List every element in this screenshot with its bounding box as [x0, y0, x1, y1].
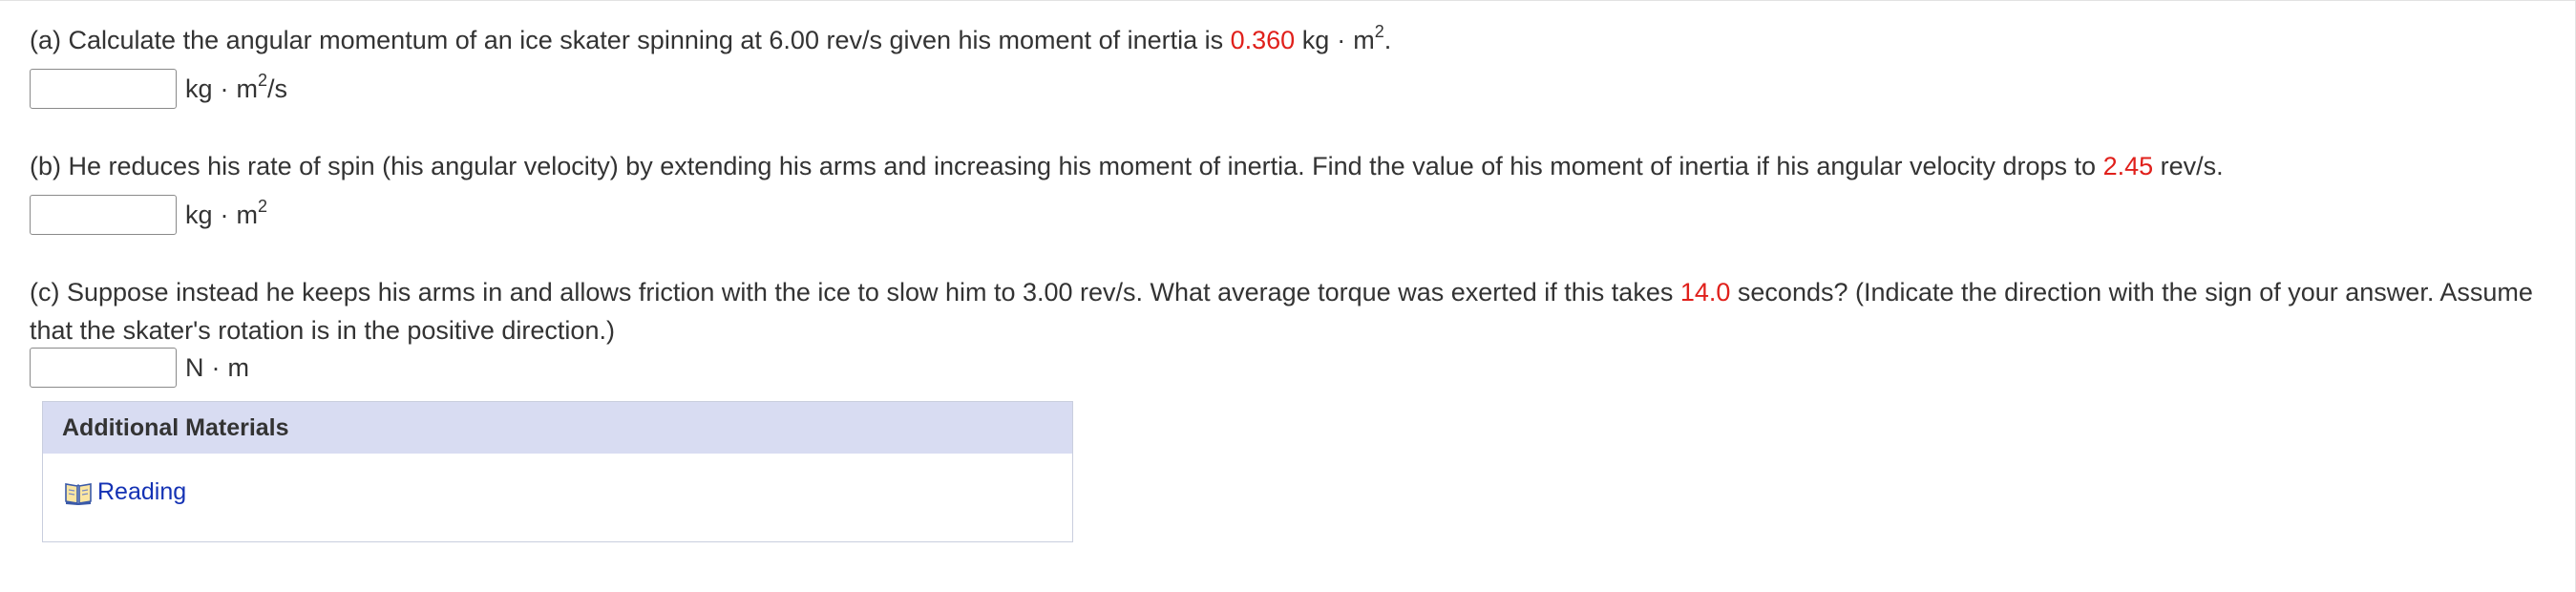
answer-row-c: N · m — [30, 346, 249, 390]
answer-unit-a-m: m — [236, 74, 259, 103]
part-b-given-value: 2.45 — [2102, 152, 2154, 180]
additional-materials-panel: Additional Materials Reading — [42, 401, 1073, 542]
answer-input-a[interactable] — [30, 69, 177, 109]
reading-link-label[interactable]: Reading — [97, 478, 186, 506]
additional-materials-title: Additional Materials — [43, 402, 1072, 454]
part-a-unit-dot: · — [1337, 26, 1346, 54]
answer-unit-a-tail: /s — [267, 74, 288, 103]
book-icon — [64, 480, 93, 505]
question-part-c: (c) Suppose instead he keeps his arms in… — [30, 273, 2550, 349]
part-b-text: (b) He reduces his rate of spin (his ang… — [30, 152, 2103, 180]
question-page: (a) Calculate the angular momentum of an… — [0, 0, 2576, 592]
part-a-given-value: 0.360 — [1230, 26, 1296, 54]
answer-row-a: kg · m2/s — [30, 67, 287, 111]
answer-row-b: kg · m2 — [30, 193, 267, 237]
answer-unit-c-n: N — [185, 352, 204, 382]
answer-unit-a: kg · m2/s — [185, 70, 288, 104]
answer-input-c[interactable] — [30, 348, 177, 388]
answer-unit-b-kg: kg — [185, 200, 213, 229]
part-a-unit-exponent: 2 — [1374, 22, 1384, 41]
part-a-text: (a) Calculate the angular momentum of an… — [30, 26, 1231, 54]
answer-unit-a-kg: kg — [185, 74, 213, 103]
answer-unit-a-dot: · — [220, 74, 229, 103]
part-b-suffix: rev/s. — [2153, 152, 2224, 180]
question-part-b: (b) He reduces his rate of spin (his ang… — [30, 147, 2224, 185]
part-c-text: (c) Suppose instead he keeps his arms in… — [30, 278, 1680, 307]
answer-unit-c: N · m — [185, 353, 249, 383]
answer-unit-c-m: m — [227, 352, 250, 382]
answer-unit-b: kg · m2 — [185, 198, 267, 230]
question-part-a: (a) Calculate the angular momentum of an… — [30, 21, 1391, 59]
answer-input-b[interactable] — [30, 195, 177, 235]
reading-link[interactable]: Reading — [64, 478, 186, 506]
part-a-unit-m: m — [1353, 26, 1375, 54]
part-a-suffix: . — [1383, 26, 1392, 54]
answer-unit-a-exponent: 2 — [258, 70, 268, 90]
part-a-unit-kg: kg — [1301, 26, 1330, 54]
answer-unit-b-dot: · — [220, 200, 229, 229]
answer-unit-c-dot: · — [211, 352, 221, 382]
answer-unit-b-m: m — [236, 200, 259, 229]
answer-unit-b-exponent: 2 — [258, 196, 268, 216]
part-c-given-value: 14.0 — [1679, 278, 1731, 307]
